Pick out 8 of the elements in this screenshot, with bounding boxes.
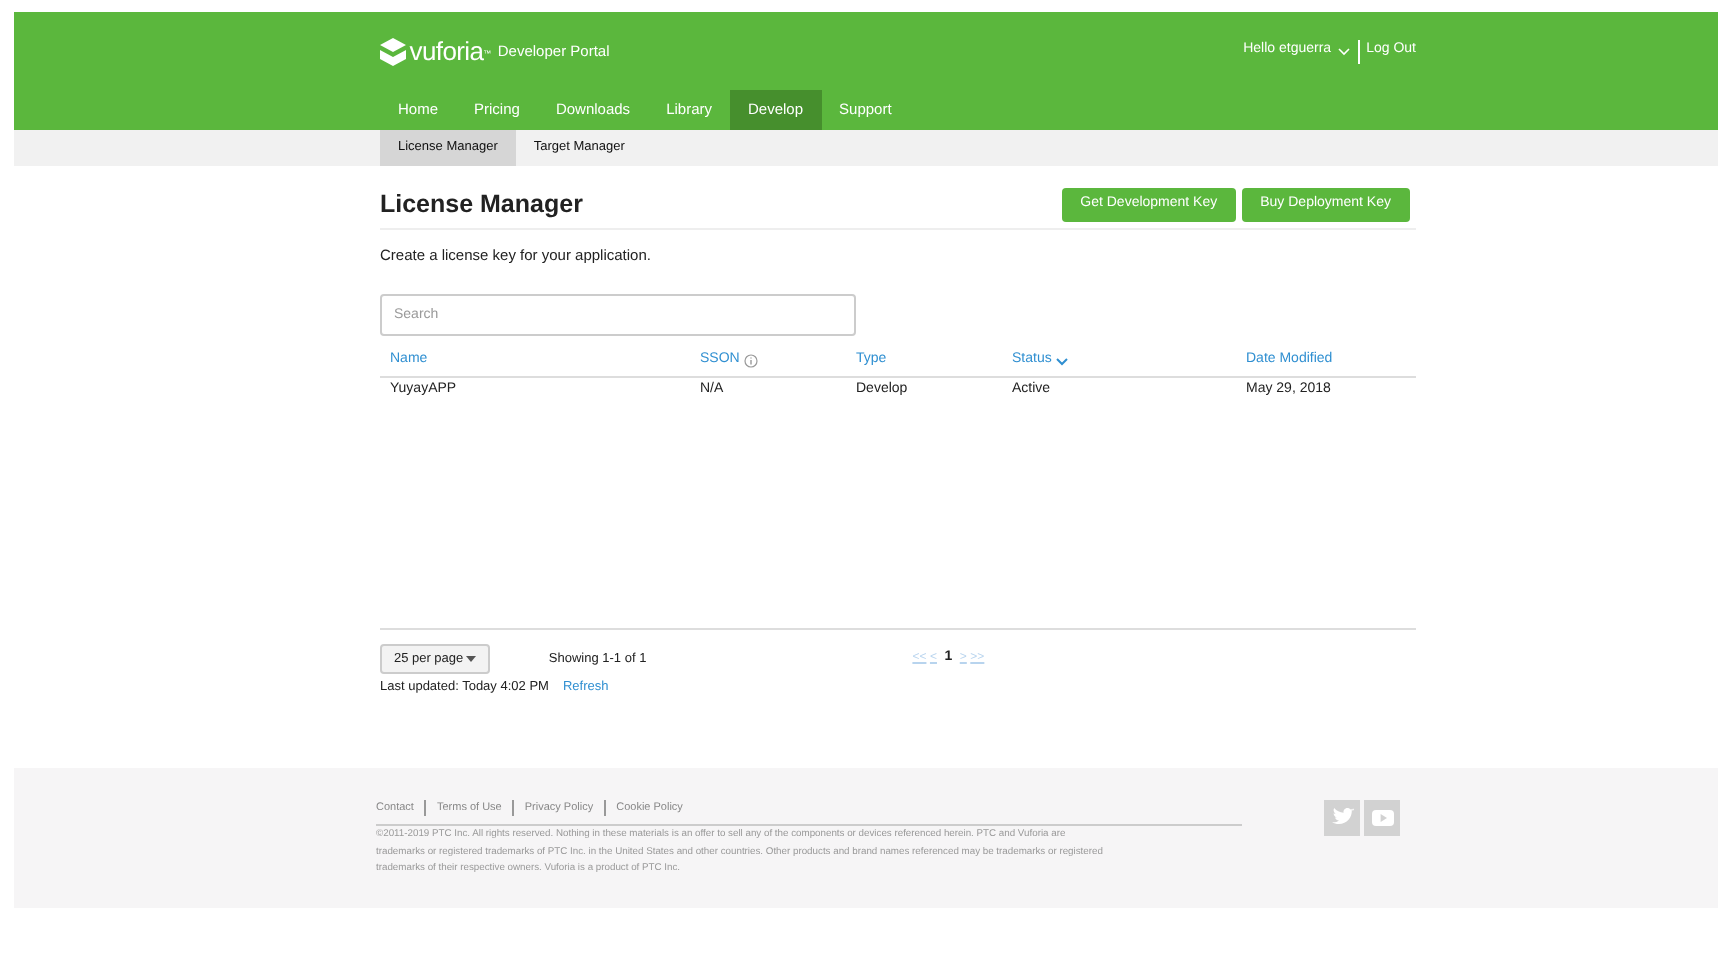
logo-icon xyxy=(380,37,406,65)
info-icon[interactable] xyxy=(743,354,758,368)
twitter-icon[interactable] xyxy=(1324,799,1361,836)
sort-icon[interactable] xyxy=(1055,357,1068,365)
caret-icon xyxy=(466,655,477,662)
youtube-icon[interactable] xyxy=(1364,799,1400,836)
chevron-icon xyxy=(1338,47,1351,55)
page-title: License Manager xyxy=(380,189,583,219)
